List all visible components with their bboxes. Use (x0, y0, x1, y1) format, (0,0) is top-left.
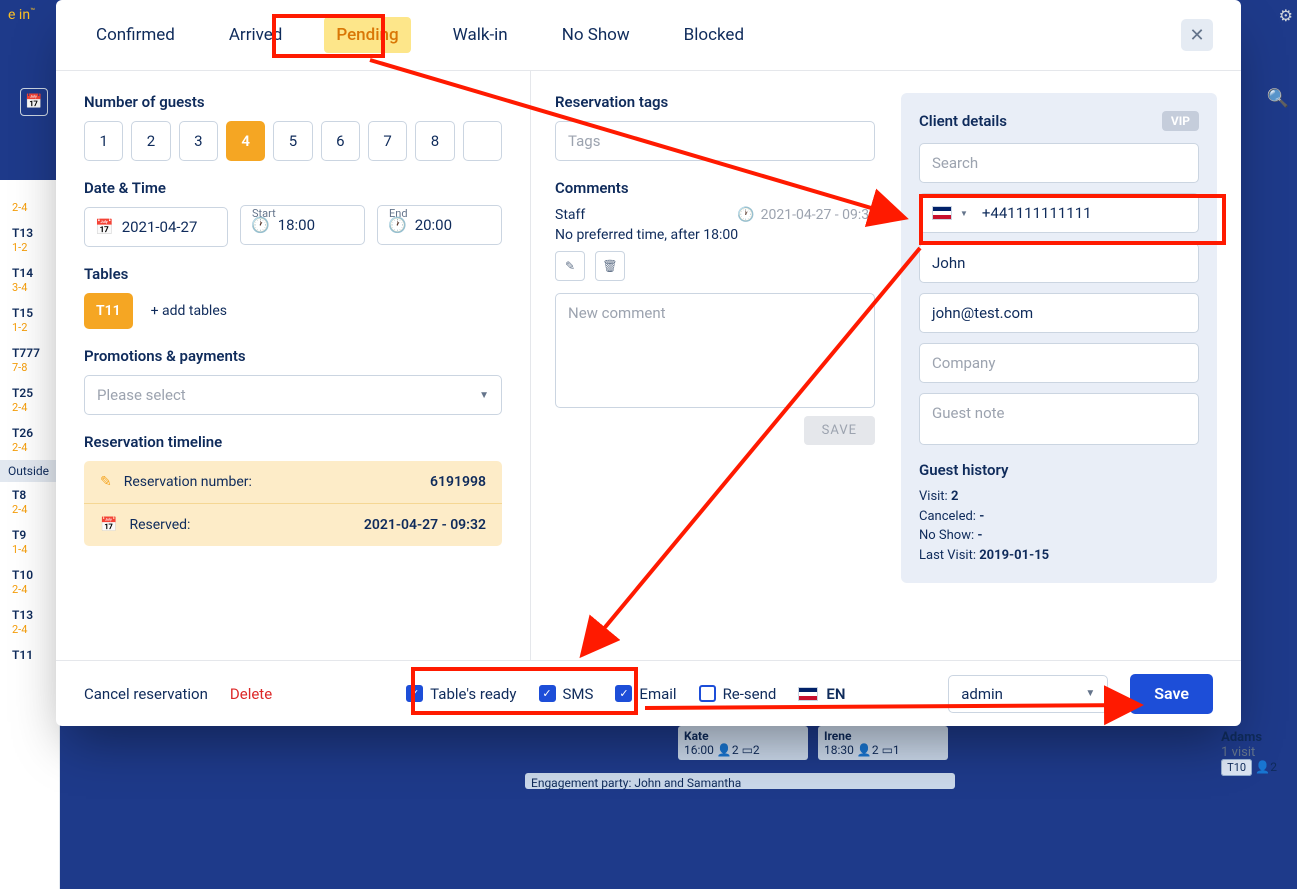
tables-label: Tables (84, 265, 502, 283)
date-value: 2021-04-27 (122, 218, 198, 236)
calendar-icon: 📅 (95, 218, 114, 236)
comment-author: Staff (555, 207, 585, 223)
uk-flag-icon (798, 687, 818, 701)
guest-history: Guest history Visit: 2 Canceled: - No Sh… (919, 461, 1199, 565)
client-name-input[interactable]: John (919, 243, 1199, 283)
guest-4[interactable]: 4 (226, 121, 265, 161)
status-tabs: Confirmed Arrived Pending Walk-in No Sho… (56, 0, 1241, 71)
clock-icon: 🕐 (388, 216, 407, 234)
tab-blocked[interactable]: Blocked (672, 17, 756, 53)
reservation-modal: Confirmed Arrived Pending Walk-in No Sho… (56, 0, 1241, 726)
tags-input[interactable]: Tags (555, 121, 875, 161)
email-checkbox[interactable]: ✓Email (615, 685, 676, 703)
comments-label: Comments (555, 179, 877, 197)
bg-res-name: Irene (824, 729, 851, 743)
promo-select[interactable]: Please select ▼ (84, 375, 502, 415)
guest-more[interactable] (463, 121, 502, 161)
chevron-down-icon[interactable]: ▼ (960, 209, 968, 218)
guest-8[interactable]: 8 (415, 121, 454, 161)
datetime-label: Date & Time (84, 179, 502, 197)
language-selector[interactable]: EN (798, 685, 845, 703)
guest-count-row: 1 2 3 4 5 6 7 8 (84, 121, 502, 161)
bg-res-name: Kate (684, 729, 709, 743)
delete-comment-button[interactable]: 🗑 (595, 251, 625, 281)
phone-value: +441111111111 (982, 204, 1092, 222)
bg-table-sidebar: 2-4 T131-2 T143-4 T151-2 T7777-8 T252-4 … (0, 180, 60, 889)
calendar-icon: 📅 (100, 517, 117, 533)
client-details-panel: Client details VIP Search ▼ +44111111111… (901, 93, 1217, 583)
tab-confirmed[interactable]: Confirmed (84, 17, 187, 53)
guest-6[interactable]: 6 (321, 121, 360, 161)
checkbox-icon: ✓ (615, 685, 632, 702)
checkbox-icon (699, 685, 716, 702)
client-phone-input[interactable]: ▼ +441111111111 (919, 193, 1199, 233)
save-comment-button[interactable]: SAVE (804, 416, 875, 445)
sms-checkbox[interactable]: ✓SMS (539, 685, 594, 703)
start-value: 18:00 (278, 216, 315, 234)
tab-pending[interactable]: Pending (324, 17, 410, 53)
guest-2[interactable]: 2 (131, 121, 170, 161)
clock-icon: 🕐 (251, 216, 270, 234)
new-comment-input[interactable]: New comment (555, 293, 875, 408)
search-icon[interactable]: 🔍 (1267, 88, 1289, 109)
checkbox-icon: ✓ (539, 685, 556, 702)
end-value: 20:00 (415, 216, 452, 234)
save-button[interactable]: Save (1130, 674, 1213, 714)
reservation-number: 6191998 (430, 474, 486, 490)
trash-icon: 🗑 (602, 259, 617, 273)
promo-label: Promotions & payments (84, 347, 502, 365)
timeline-box: ✎ Reservation number: 6191998 📅 Reserved… (84, 461, 502, 546)
cancel-reservation-link[interactable]: Cancel reservation (84, 685, 208, 703)
chevron-down-icon: ▼ (1085, 688, 1095, 699)
vip-badge[interactable]: VIP (1162, 111, 1199, 131)
gear-icon[interactable]: ⚙ (1279, 6, 1293, 25)
client-details-title: Client details (919, 112, 1007, 130)
clock-icon: 🕐 (737, 207, 754, 223)
comment-text: No preferred time, after 18:00 (555, 227, 877, 243)
guests-label: Number of guests (84, 93, 502, 111)
table-ready-checkbox[interactable]: ✓Table's ready (406, 685, 516, 703)
user-select[interactable]: admin▼ (948, 675, 1108, 713)
client-company-input[interactable]: Company (919, 343, 1199, 383)
bg-client-name: Adams (1221, 730, 1262, 745)
chevron-down-icon: ▼ (479, 390, 489, 401)
timeline-label: Reservation timeline (84, 433, 502, 451)
close-icon: ✕ (1189, 25, 1204, 46)
reserved-ts: 2021-04-27 - 09:32 (364, 517, 486, 533)
guest-1[interactable]: 1 (84, 121, 123, 161)
guest-7[interactable]: 7 (368, 121, 407, 161)
bg-event: Engagement party: John and Samantha (525, 773, 955, 789)
delete-link[interactable]: Delete (230, 685, 272, 703)
guest-3[interactable]: 3 (179, 121, 218, 161)
close-button[interactable]: ✕ (1181, 19, 1213, 51)
resend-checkbox[interactable]: Re-send (699, 685, 777, 703)
edit-icon: ✎ (100, 474, 112, 490)
table-chip[interactable]: T11 (84, 293, 133, 329)
client-note-input[interactable]: Guest note (919, 393, 1199, 445)
pencil-icon: ✎ (565, 259, 575, 273)
checkbox-icon: ✓ (406, 685, 423, 702)
logo-text: e in™ (8, 7, 35, 23)
comment-ts: 2021-04-27 - 09:32 (761, 207, 877, 223)
tab-noshow[interactable]: No Show (550, 17, 642, 53)
date-field[interactable]: 📅 2021-04-27 (84, 207, 228, 247)
client-email-input[interactable]: john@test.com (919, 293, 1199, 333)
tags-label: Reservation tags (555, 93, 877, 111)
client-search-input[interactable]: Search (919, 143, 1199, 183)
uk-flag-icon[interactable] (932, 206, 952, 220)
edit-comment-button[interactable]: ✎ (555, 251, 585, 281)
tab-walkin[interactable]: Walk-in (441, 17, 520, 53)
add-tables-link[interactable]: + add tables (151, 303, 227, 319)
calendar-icon[interactable]: 📅 (20, 88, 48, 116)
guest-5[interactable]: 5 (273, 121, 312, 161)
tab-arrived[interactable]: Arrived (217, 17, 294, 53)
modal-footer: Cancel reservation Delete ✓Table's ready… (56, 660, 1241, 726)
